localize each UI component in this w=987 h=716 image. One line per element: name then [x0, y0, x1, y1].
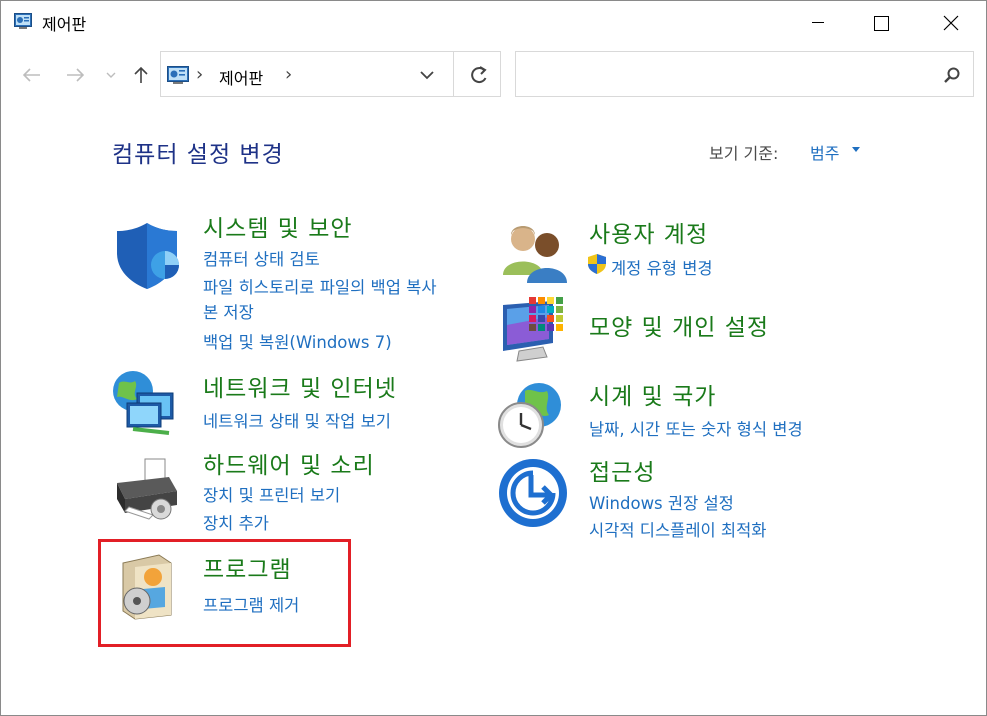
maximize-icon [873, 15, 889, 31]
category-title-network[interactable]: 네트워크 및 인터넷 [203, 369, 397, 403]
category-title-appearance[interactable]: 모양 및 개인 설정 [589, 308, 769, 342]
link-devices-printers[interactable]: 장치 및 프린터 보기 [203, 482, 340, 506]
link-date-time-format[interactable]: 날짜, 시간 또는 숫자 형식 변경 [589, 416, 803, 440]
address-bar[interactable]: › 제어판 › [160, 51, 501, 97]
category-title-user-accounts[interactable]: 사용자 계정 [589, 215, 708, 249]
chevron-down-icon[interactable] [417, 66, 437, 84]
breadcrumb-control-panel[interactable]: 제어판 [219, 65, 263, 89]
category-title-system-security[interactable]: 시스템 및 보안 [203, 209, 353, 243]
window-title: 제어판 [42, 15, 87, 34]
breadcrumb-separator[interactable]: › [196, 64, 203, 85]
category-title-clock-region[interactable]: 시계 및 국가 [589, 377, 716, 411]
link-change-account-type[interactable]: 계정 유형 변경 [611, 255, 713, 279]
link-review-computer-status[interactable]: 컴퓨터 상태 검토 [203, 246, 320, 270]
chevron-down-icon [106, 72, 116, 78]
users-icon[interactable] [499, 213, 571, 285]
page-title: 컴퓨터 설정 변경 [112, 142, 284, 168]
uac-shield-icon [588, 254, 606, 274]
category-title-ease-of-access[interactable]: 접근성 [589, 453, 655, 487]
category-title-hardware[interactable]: 하드웨어 및 소리 [203, 446, 375, 480]
divider [453, 52, 454, 96]
search-input[interactable] [524, 62, 928, 88]
link-backup-restore[interactable]: 백업 및 복원(Windows 7) [203, 329, 392, 353]
refresh-icon[interactable] [467, 64, 491, 86]
link-optimize-display[interactable]: 시각적 디스플레이 최적화 [589, 517, 766, 541]
caret-down-icon[interactable] [852, 147, 860, 152]
shield-icon[interactable] [111, 219, 183, 291]
search-box[interactable] [515, 51, 974, 97]
recent-locations-button[interactable] [104, 61, 118, 89]
view-by-label: 보기 기준: [709, 144, 779, 163]
link-network-status[interactable]: 네트워크 상태 및 작업 보기 [203, 408, 391, 432]
minimize-button[interactable] [795, 1, 841, 45]
control-panel-window: 제어판 › 제어판 › 컴퓨터 설정 변경 보기 기준: 범주 시스템 및 보안… [0, 0, 987, 716]
maximize-button[interactable] [858, 1, 904, 45]
clock-globe-icon[interactable] [495, 379, 567, 451]
accessibility-icon[interactable] [497, 457, 569, 529]
link-add-device[interactable]: 장치 추가 [203, 510, 269, 534]
view-by-dropdown[interactable]: 범주 [810, 140, 839, 164]
title-bar: 제어판 [1, 1, 986, 45]
back-button[interactable] [19, 61, 45, 89]
printer-icon[interactable] [109, 455, 181, 527]
up-button[interactable] [129, 61, 153, 89]
minimize-icon [812, 22, 824, 23]
close-button[interactable] [928, 1, 974, 45]
control-panel-icon [14, 13, 32, 29]
network-globe-icon[interactable] [109, 367, 181, 439]
up-arrow-icon [134, 66, 148, 83]
monitor-colors-icon[interactable] [499, 295, 571, 367]
forward-button[interactable] [62, 61, 88, 89]
back-arrow-icon [23, 68, 40, 82]
link-file-history-backup-cont[interactable]: 본 저장 [203, 299, 254, 323]
link-file-history-backup[interactable]: 파일 히스토리로 파일의 백업 복사 [203, 274, 437, 298]
control-panel-icon [167, 66, 189, 84]
close-icon [943, 15, 959, 31]
search-icon[interactable] [943, 66, 961, 84]
forward-arrow-icon [67, 68, 84, 82]
link-recommended-settings[interactable]: Windows 권장 설정 [589, 490, 734, 514]
breadcrumb-separator[interactable]: › [285, 64, 292, 85]
highlight-box [98, 539, 351, 647]
